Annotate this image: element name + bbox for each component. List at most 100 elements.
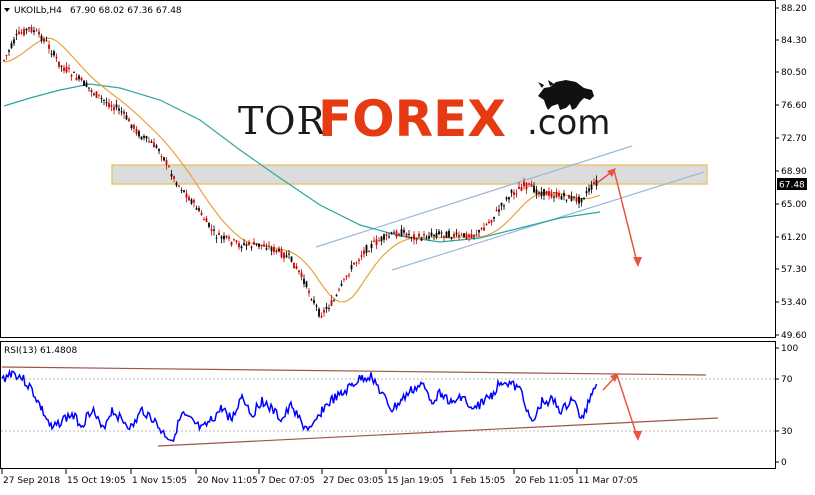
candle-body [78, 75, 80, 80]
candle-body [530, 184, 533, 187]
candle-body [220, 236, 223, 239]
candle-body [558, 192, 560, 197]
candle-body [588, 188, 590, 192]
candle-body [15, 34, 18, 36]
candle-body [428, 235, 430, 239]
current-price-label: 67.48 [779, 181, 805, 191]
candle-body [320, 316, 323, 318]
candle-body [10, 43, 13, 48]
time-tick-label: 1 Feb 15:05 [452, 476, 505, 486]
candle-body [535, 189, 538, 195]
candle-body [573, 196, 575, 198]
candle-body [133, 124, 135, 129]
symbol-label: UKOILb,H4 [14, 6, 62, 16]
candle-body [488, 221, 490, 224]
candle-body [305, 281, 308, 287]
candle-body [245, 244, 248, 246]
candle-body [520, 187, 523, 191]
candle-body [393, 232, 395, 234]
candle-body [238, 243, 240, 248]
candle-body [250, 246, 253, 248]
candle-body [418, 233, 420, 237]
candle-body [240, 246, 243, 249]
rsi-tick-label: 30 [781, 427, 793, 437]
candle-body [118, 108, 120, 111]
candle-body [333, 300, 335, 302]
candle-body [273, 247, 275, 253]
candle-body [20, 32, 23, 34]
logo-forex-text: FOREX [318, 90, 506, 148]
candle-body [523, 181, 525, 187]
candle-body [325, 306, 328, 309]
candle-body [525, 183, 528, 190]
candle-body [460, 234, 463, 236]
resistance-zone[interactable] [111, 164, 708, 185]
candle-body [218, 232, 220, 236]
candle-body [35, 30, 38, 32]
candle-body [80, 77, 83, 81]
candle-body [185, 193, 188, 198]
candle-body [338, 289, 340, 291]
candle-body [405, 233, 408, 238]
candle-body [198, 208, 200, 211]
candle-body [158, 149, 160, 152]
logo-tor-text: TOR [238, 99, 326, 143]
candle-body [450, 237, 453, 239]
candle-body [63, 67, 65, 71]
candle-body [563, 192, 565, 197]
candle-body [168, 166, 170, 168]
candle-body [3, 59, 5, 61]
candle-body [475, 234, 478, 236]
candle-body [495, 210, 498, 212]
candle-body [548, 191, 550, 196]
candle-body [568, 195, 570, 199]
candle-body [215, 237, 218, 239]
candle-body [223, 235, 225, 240]
candle-body [465, 233, 468, 240]
ohlc-label: 67.90 68.02 67.36 67.48 [70, 6, 182, 16]
candle-body [280, 249, 283, 258]
candle-body [173, 176, 175, 179]
candle-body [318, 308, 320, 317]
candle-body [313, 300, 315, 304]
candle-body [48, 44, 50, 49]
candle-body [395, 231, 398, 237]
candle-body [38, 31, 40, 35]
rsi-axis: 100 70 30 0 [775, 344, 798, 468]
candle-body [190, 199, 193, 204]
chart-header: UKOILb,H4 67.90 68.02 67.36 67.48 [4, 6, 182, 16]
candle-body [125, 115, 128, 120]
candle-body [178, 185, 180, 187]
candle-body [180, 190, 183, 192]
candle-body [285, 255, 288, 258]
candle-body [195, 208, 198, 210]
candle-body [423, 234, 425, 236]
candle-body [258, 243, 260, 247]
logo-domain-text: .com [527, 103, 610, 143]
candle-body [95, 91, 98, 98]
candle-body [45, 40, 48, 42]
candle-body [380, 236, 383, 242]
time-tick-label: 27 Sep 2018 [3, 476, 60, 486]
candle-body [360, 255, 363, 257]
candle-body [203, 219, 205, 221]
candle-body [453, 234, 455, 237]
candle-body [540, 191, 543, 197]
candle-body [510, 190, 513, 193]
candle-body [100, 97, 103, 99]
price-tick-label: 57.30 [781, 265, 807, 275]
candle-body [443, 235, 445, 238]
candle-body [123, 111, 125, 114]
candle-body [463, 233, 465, 237]
candle-body [580, 198, 583, 203]
candle-body [408, 234, 410, 236]
candle-body [33, 30, 35, 33]
candle-body [58, 61, 60, 67]
candle-body [470, 233, 473, 238]
candle-body [165, 160, 168, 165]
price-tick-label: 65.00 [781, 200, 807, 210]
candle-body [545, 191, 548, 196]
candle-body [188, 197, 190, 201]
candle-body [365, 245, 368, 253]
chart-canvas[interactable]: 88.20 84.30 80.50 76.60 72.70 68.90 65.00 61.20… [0, 0, 815, 491]
